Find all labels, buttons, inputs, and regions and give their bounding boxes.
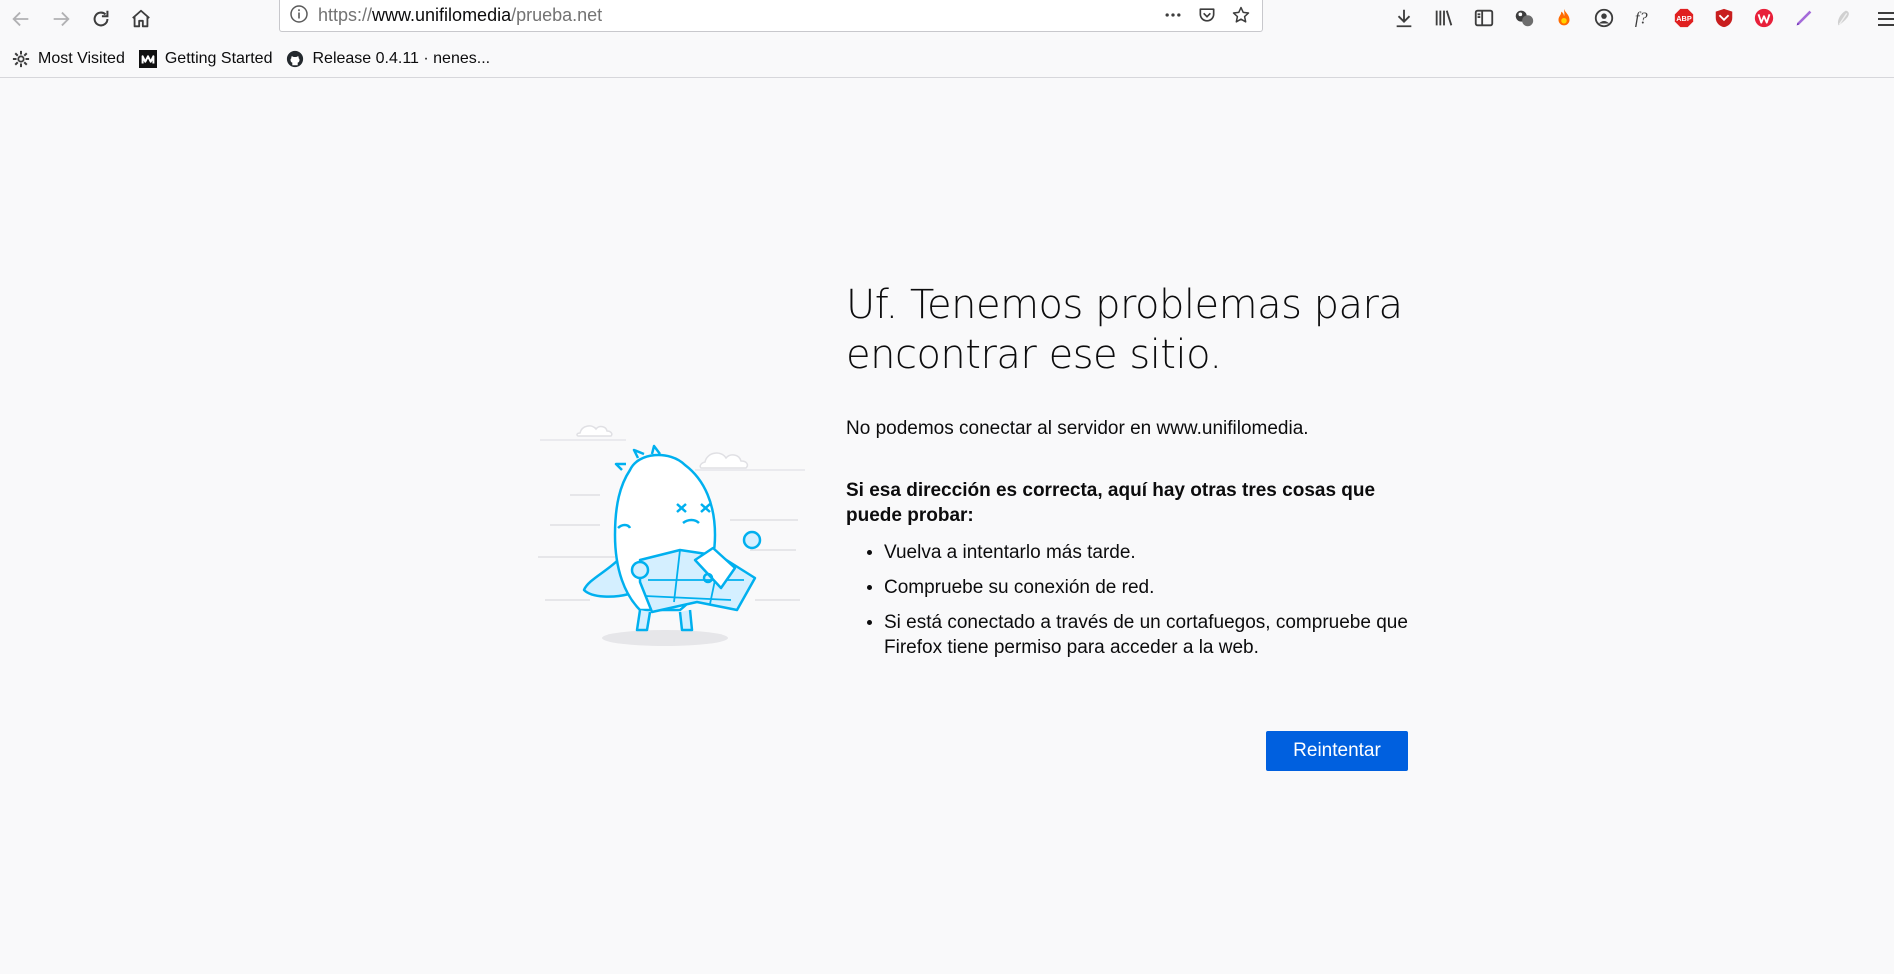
home-icon — [132, 9, 150, 28]
error-content: Uf. Tenemos problemas para encontrar ese… — [846, 280, 1416, 670]
pocket-button[interactable] — [1190, 1, 1224, 29]
forward-arrow-icon — [53, 11, 70, 27]
pocket-icon — [1199, 8, 1215, 22]
bookmarks-toolbar: Most Visited Getting Started Release 0.4… — [0, 44, 1894, 74]
bookmark-getting-started[interactable]: Getting Started — [138, 46, 273, 72]
bookmark-star-button[interactable] — [1224, 1, 1258, 29]
back-button[interactable] — [6, 4, 36, 34]
fire-icon — [1558, 8, 1570, 26]
bookmark-label: Getting Started — [164, 50, 273, 67]
w-extension[interactable] — [1744, 3, 1784, 33]
svg-text:ABP: ABP — [1676, 14, 1692, 23]
url-text[interactable]: https://www.unifilomedia/prueba.net — [318, 5, 602, 25]
url-bar[interactable]: https://www.unifilomedia/prueba.net — [279, 0, 1263, 32]
adblock-icon: ABP — [1674, 8, 1694, 28]
advice-heading: Si esa dirección es correcta, aquí hay o… — [846, 480, 1376, 526]
adblock-extension[interactable]: ABP — [1664, 3, 1704, 33]
pen-grey-icon — [1837, 10, 1849, 26]
containers-extension[interactable] — [1504, 3, 1544, 33]
bookmark-label: Most Visited — [38, 50, 125, 67]
bookmark-release[interactable]: Release 0.4.11 · nenes... — [286, 46, 490, 72]
pen-icon — [1796, 10, 1812, 26]
account-button[interactable] — [1584, 3, 1624, 33]
fire-extension[interactable] — [1544, 3, 1584, 33]
error-dino-illustration — [538, 425, 805, 646]
url-suffix: /prueba.net — [511, 5, 603, 25]
forward-button[interactable] — [46, 4, 76, 34]
bookmark-label: Release 0.4.11 · nenes... — [312, 50, 491, 67]
shield-extension[interactable] — [1704, 3, 1744, 33]
download-icon — [1396, 9, 1412, 28]
url-prefix: https:// — [318, 5, 373, 25]
downloads-button[interactable] — [1384, 3, 1424, 33]
back-arrow-icon — [12, 11, 29, 27]
menu-button[interactable] — [1876, 4, 1894, 34]
error-title: Uf. Tenemos problemas para encontrar ese… — [846, 282, 1403, 378]
fx-icon: f? — [1635, 9, 1649, 28]
reload-icon — [93, 10, 109, 27]
tip-item: Compruebe su conexión de red. — [884, 575, 1416, 600]
tip-item: Si está conectado a través de un cortafu… — [884, 610, 1416, 660]
bookmark-most-visited[interactable]: Most Visited — [12, 46, 125, 72]
reload-button[interactable] — [86, 4, 116, 34]
extension-toolbar: f? ABP — [1384, 3, 1864, 33]
url-host: www.unifilomedia — [372, 5, 512, 25]
sidebar-button[interactable] — [1464, 3, 1504, 33]
navigation-toolbar: https://www.unifilomedia/prueba.net f? A… — [0, 0, 1894, 40]
error-description: No podemos conectar al servidor en www.u… — [846, 418, 1309, 439]
tip-item: Vuelva a intentarlo más tarde. — [884, 540, 1416, 565]
home-button[interactable] — [126, 4, 156, 34]
page-actions-button[interactable] — [1156, 1, 1190, 29]
account-icon — [1594, 8, 1614, 28]
info-icon[interactable] — [289, 4, 309, 24]
more-dots-icon — [1165, 13, 1181, 17]
url-actions — [1156, 1, 1258, 29]
fx-extension[interactable]: f? — [1624, 3, 1664, 33]
w-icon — [1754, 8, 1774, 28]
toolbar-divider — [0, 77, 1894, 78]
retry-button[interactable]: Reintentar — [1266, 731, 1408, 771]
sidebar-icon — [1474, 9, 1494, 27]
library-icon — [1435, 10, 1453, 26]
pen-grey-extension[interactable] — [1824, 3, 1864, 33]
containers-icon — [1515, 10, 1534, 27]
pen-extension[interactable] — [1784, 3, 1824, 33]
library-button[interactable] — [1424, 3, 1464, 33]
tips-list: Vuelva a intentarlo más tarde. Compruebe… — [846, 540, 1416, 660]
shield-icon — [1715, 8, 1733, 28]
hamburger-menu-icon — [1878, 12, 1894, 26]
gear-icon — [12, 50, 30, 68]
medium-logo-icon — [138, 50, 157, 68]
star-icon — [1232, 6, 1250, 23]
github-icon — [286, 50, 304, 68]
svg-text:f?: f? — [1635, 9, 1649, 28]
